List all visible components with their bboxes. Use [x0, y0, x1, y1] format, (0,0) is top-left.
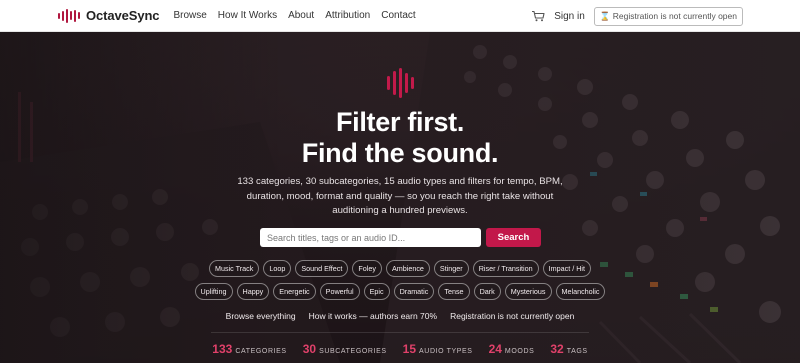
chip-energetic[interactable]: Energetic — [273, 283, 316, 300]
stat-number: 32 — [550, 342, 564, 356]
nav-link-how-it-works[interactable]: How It Works — [218, 10, 277, 21]
nav-link-attribution[interactable]: Attribution — [325, 10, 370, 21]
stat-label: SUBCATEGORIES — [319, 348, 387, 355]
brand-logo[interactable]: OctaveSync — [58, 8, 160, 23]
nav-links: Browse How It Works About Attribution Co… — [173, 10, 426, 21]
cart-icon[interactable] — [531, 10, 545, 22]
hero-section: Filter first. Find the sound. 133 catego… — [0, 32, 800, 363]
chip-impact-hit[interactable]: Impact / Hit — [542, 260, 591, 277]
stats-bar: 133 CATEGORIES 30 SUBCATEGORIES 15 AUDIO… — [0, 342, 800, 356]
chip-tense[interactable]: Tense — [438, 283, 470, 300]
chip-powerful[interactable]: Powerful — [319, 283, 360, 300]
stat-tags: 32 TAGS — [550, 342, 587, 356]
hero-title-line2: Find the sound. — [301, 138, 499, 168]
search-button[interactable]: Search — [486, 228, 541, 247]
stat-moods: 24 MOODS — [489, 342, 535, 356]
chip-riser-transition[interactable]: Riser / Transition — [472, 260, 539, 277]
stat-label: MOODS — [504, 348, 535, 355]
stat-number: 133 — [212, 342, 233, 356]
stat-label: TAGS — [566, 348, 588, 355]
chip-melancholic[interactable]: Melancholic — [555, 283, 606, 300]
audio-type-chips: Music Track Loop Sound Effect Foley Ambi… — [0, 260, 800, 277]
chip-uplifting[interactable]: Uplifting — [194, 283, 233, 300]
brand-name: OctaveSync — [86, 8, 160, 23]
stat-label: AUDIO TYPES — [419, 348, 473, 355]
mood-chips: Uplifting Happy Energetic Powerful Epic … — [0, 283, 800, 300]
nav-link-browse[interactable]: Browse — [173, 10, 206, 21]
waveform-logo-icon — [58, 8, 80, 23]
chip-ambience[interactable]: Ambience — [385, 260, 430, 277]
waveform-hero-icon — [387, 68, 414, 98]
search-input[interactable] — [260, 228, 481, 247]
stat-subcategories: 30 SUBCATEGORIES — [303, 342, 387, 356]
hero-description: 133 categories, 30 subcategories, 15 aud… — [237, 176, 563, 216]
chip-dark[interactable]: Dark — [473, 283, 501, 300]
chip-stinger[interactable]: Stinger — [433, 260, 469, 277]
chip-epic[interactable]: Epic — [363, 283, 390, 300]
stat-number: 30 — [302, 342, 317, 356]
chip-happy[interactable]: Happy — [236, 283, 270, 300]
chip-sound-effect[interactable]: Sound Effect — [295, 260, 349, 277]
hero-title-line1: Filter first. — [335, 107, 465, 137]
stats-divider — [211, 332, 589, 333]
chip-loop[interactable]: Loop — [263, 260, 292, 277]
search-form: Search — [260, 228, 541, 247]
chip-foley[interactable]: Foley — [352, 260, 382, 277]
stat-label: CATEGORIES — [235, 348, 287, 355]
top-navbar: OctaveSync Browse How It Works About Att… — [0, 0, 800, 32]
stat-audio-types: 15 AUDIO TYPES — [403, 342, 473, 356]
signin-link[interactable]: Sign in — [554, 11, 585, 22]
nav-link-contact[interactable]: Contact — [381, 10, 415, 21]
stat-number: 15 — [402, 342, 417, 356]
registration-closed-link[interactable]: Registration is not currently open — [450, 311, 574, 321]
chip-mysterious[interactable]: Mysterious — [504, 283, 552, 300]
how-it-works-link[interactable]: How it works — authors earn 70% — [309, 311, 438, 321]
registration-status-badge: ⌛ Registration is not currently open — [593, 6, 743, 26]
nav-link-about[interactable]: About — [288, 10, 314, 21]
browse-everything-link[interactable]: Browse everything — [226, 311, 296, 321]
chip-music-track[interactable]: Music Track — [209, 260, 260, 277]
stat-categories: 133 CATEGORIES — [212, 342, 286, 356]
hero-links: Browse everything How it works — authors… — [0, 311, 800, 321]
stat-number: 24 — [488, 342, 502, 356]
chip-dramatic[interactable]: Dramatic — [393, 283, 435, 300]
nav-right: Sign in ⌛ Registration is not currently … — [531, 0, 743, 32]
